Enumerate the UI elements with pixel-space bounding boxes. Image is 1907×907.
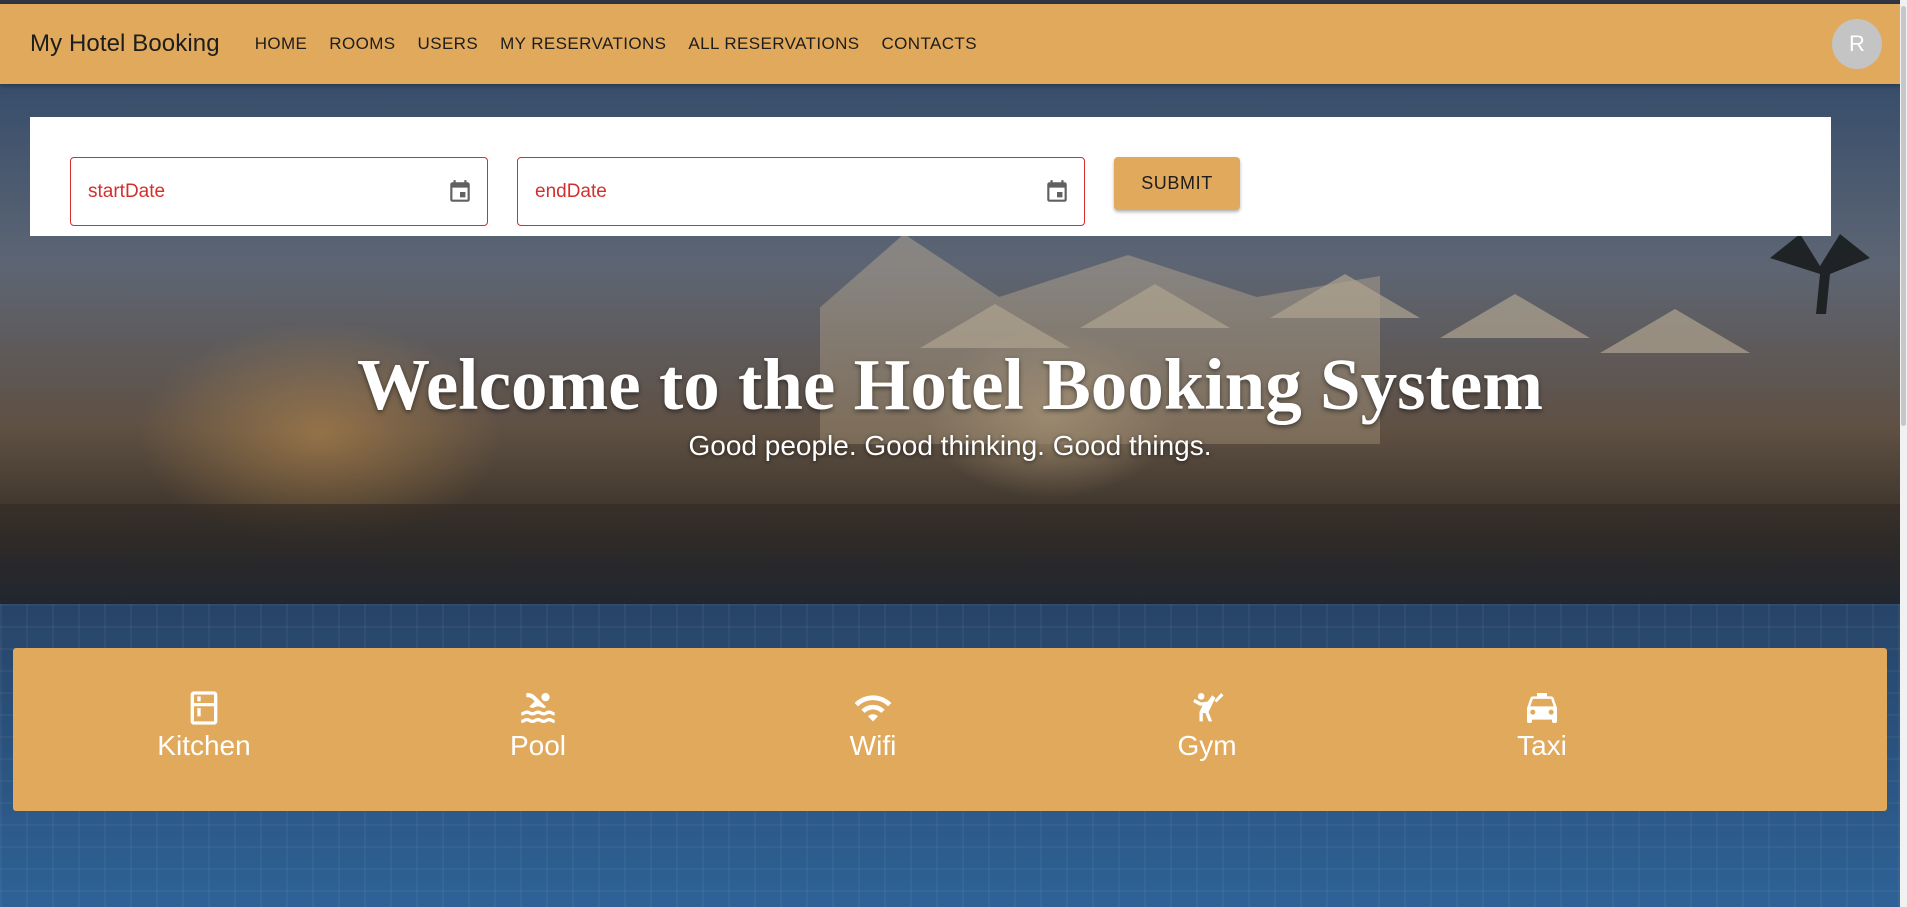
end-date-placeholder: endDate [535, 180, 607, 202]
start-date-field[interactable]: startDate [70, 157, 488, 226]
amenity-kitchen: Kitchen [104, 688, 304, 762]
amenity-pool: Pool [438, 688, 638, 762]
amenity-label: Wifi [849, 730, 897, 761]
end-date-field[interactable]: endDate [517, 157, 1085, 226]
kitchen-icon [190, 691, 218, 725]
nav-rooms[interactable]: ROOMS [318, 34, 406, 54]
app-bar: My Hotel Booking HOME ROOMS USERS MY RES… [0, 4, 1900, 84]
main-nav: HOME ROOMS USERS MY RESERVATIONS ALL RES… [244, 34, 988, 54]
nav-contacts[interactable]: CONTACTS [871, 34, 988, 54]
amenity-wifi: Wifi [773, 688, 973, 762]
submit-button[interactable]: SUBMIT [1114, 157, 1240, 210]
gym-icon [1193, 693, 1224, 722]
scrollbar-thumb[interactable] [1901, 6, 1906, 426]
amenities-bar: Kitchen Pool Wifi Gym Taxi [13, 648, 1887, 811]
nav-home[interactable]: HOME [244, 34, 319, 54]
hero-title: Welcome to the Hotel Booking System [356, 344, 1544, 425]
amenity-label: Taxi [1517, 730, 1567, 761]
amenity-label: Kitchen [157, 730, 251, 761]
page-scrollbar[interactable] [1900, 0, 1907, 907]
hero-subtitle: Good people. Good thinking. Good things. [688, 430, 1212, 461]
taxi-icon [1527, 693, 1557, 723]
calendar-icon[interactable] [1044, 178, 1070, 212]
calendar-icon[interactable] [447, 178, 473, 212]
start-date-placeholder: startDate [88, 180, 166, 202]
pool-icon [521, 692, 555, 723]
date-search-panel: startDate endDate SUBMIT [30, 117, 1831, 236]
amenity-taxi: Taxi [1442, 688, 1642, 762]
amenity-label: Pool [509, 730, 567, 761]
nav-all-reservations[interactable]: ALL RESERVATIONS [677, 34, 870, 54]
nav-my-reservations[interactable]: MY RESERVATIONS [489, 34, 677, 54]
brand-title[interactable]: My Hotel Booking [30, 30, 220, 58]
amenity-gym: Gym [1107, 688, 1307, 762]
wifi-icon [854, 695, 892, 722]
amenity-label: Gym [1177, 730, 1237, 761]
nav-users[interactable]: USERS [407, 34, 490, 54]
user-avatar[interactable]: R [1832, 19, 1882, 69]
